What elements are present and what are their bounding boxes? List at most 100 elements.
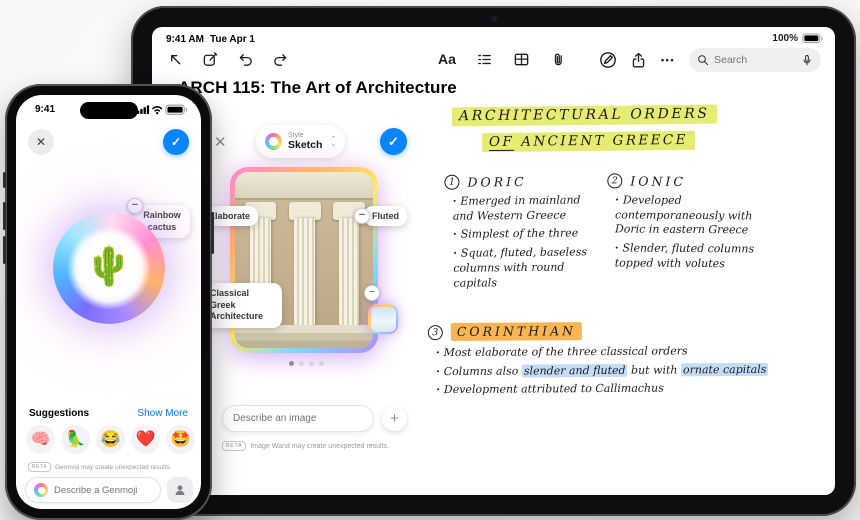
note-bullet: Development attributed to Callimachus <box>436 381 773 398</box>
suggestion-emoji[interactable]: 🤩 <box>166 425 195 454</box>
style-selector[interactable]: Style Sketch ⌃ ⌄ <box>256 125 346 158</box>
handwritten-heading-line2: OF ANCIENT GREECE <box>481 130 695 153</box>
column <box>294 217 316 326</box>
volume-up-button <box>3 202 6 230</box>
redo-icon[interactable] <box>271 50 289 68</box>
reference-image-thumbnail[interactable] <box>368 304 398 334</box>
page-dot[interactable] <box>319 361 324 366</box>
note-bullet: Squat, fluted, baseless columns with rou… <box>453 245 603 291</box>
ipad-toolbar-center: Aa <box>438 50 567 68</box>
note-section-doric: 1DORIC Emerged in mainland and Western G… <box>444 173 603 295</box>
iphone-screen: 9:41 ✕ ✓ − Rainbow cactus 🌵 Suggestions … <box>16 95 201 509</box>
note-bullet: Simplest of the three <box>453 227 603 243</box>
checklist-icon[interactable] <box>475 50 493 68</box>
remove-reference-image-icon[interactable]: − <box>364 285 380 301</box>
markup-pencil-icon[interactable] <box>599 51 617 69</box>
ipad-status-bar-left: 9:41 AM Tue Apr 1 <box>166 34 255 45</box>
action-button <box>3 172 6 188</box>
tag-classical-greek-architecture[interactable]: Classical Greek Architecture <box>202 283 282 329</box>
show-more-link[interactable]: Show More <box>137 408 188 419</box>
iphone-status-time: 9:41 <box>35 104 56 115</box>
tag-fluted[interactable]: − Fluted <box>354 206 407 226</box>
battery-icon <box>165 104 187 115</box>
table-icon[interactable] <box>512 50 530 68</box>
describe-genmoji-field[interactable] <box>25 477 161 503</box>
ipad-front-camera-icon <box>490 15 498 22</box>
ipad-status-time: 9:41 AM <box>166 34 204 45</box>
volume-down-button <box>3 236 6 264</box>
note-bullet: Columns also slender and fluted but with… <box>436 362 773 380</box>
person-avatar-button[interactable] <box>167 477 193 503</box>
beta-badge: BETA <box>222 441 247 451</box>
note-bullet: Slender, fluted columns topped with volu… <box>615 242 785 273</box>
ipad-screen: 9:41 AM Tue Apr 1 100% Aa ••• Search ARC… <box>152 27 835 495</box>
entablature <box>235 172 373 201</box>
genmoji-cactus-emoji: 🌵 <box>85 246 133 289</box>
handwritten-heading-line1: ARCHITECTURAL ORDERS <box>451 104 717 127</box>
search-input[interactable] <box>714 54 796 66</box>
genmoji-input-row <box>25 477 193 503</box>
page-dot[interactable] <box>289 361 294 366</box>
undo-icon[interactable] <box>236 50 254 68</box>
image-wand-style-icon <box>265 133 282 150</box>
genmoji-preview-glow: 🌵 <box>53 212 165 324</box>
signal-icon <box>137 105 150 115</box>
column <box>338 217 360 326</box>
ipad-status-bar-right: 100% <box>772 33 823 44</box>
column-capital <box>288 201 321 220</box>
note-bullet: Developed contemporaneously with Doric i… <box>615 193 785 238</box>
note-section-ionic: 2IONIC Developed contemporaneously with … <box>607 173 786 276</box>
ipad-toolbar-right: ••• <box>599 48 821 72</box>
note-bullet: Most elaborate of the three classical or… <box>436 344 773 361</box>
reference-image-preview <box>370 306 396 332</box>
add-button[interactable]: + <box>382 406 407 431</box>
attachment-paperclip-icon[interactable] <box>549 50 567 68</box>
page-dot[interactable] <box>309 361 314 366</box>
person-icon <box>175 485 185 496</box>
note-title: ARCH 115: The Art of Architecture <box>178 78 457 97</box>
describe-genmoji-input[interactable] <box>54 484 152 496</box>
suggestion-emoji[interactable]: ❤️ <box>131 425 160 454</box>
style-value: Sketch <box>288 138 323 151</box>
describe-image-input[interactable] <box>233 413 363 424</box>
remove-tag-icon[interactable]: − <box>127 198 143 214</box>
suggestion-emoji[interactable]: 🦜 <box>61 425 90 454</box>
accept-genmoji-button[interactable]: ✓ <box>163 129 189 155</box>
remove-tag-icon[interactable]: − <box>354 208 370 224</box>
text-format-button[interactable]: Aa <box>438 50 456 68</box>
image-wand-disclaimer: BETA Image Wand may create unexpected re… <box>222 441 389 451</box>
battery-icon <box>802 33 823 44</box>
ipad-toolbar-left <box>166 50 289 68</box>
beta-badge: BETA <box>28 462 52 472</box>
ipad-status-date: Tue Apr 1 <box>209 34 255 45</box>
describe-image-field[interactable] <box>222 405 374 432</box>
ipad-battery-percent: 100% <box>772 33 798 44</box>
ipad-device: 9:41 AM Tue Apr 1 100% Aa ••• Search ARC… <box>131 6 856 516</box>
chevron-up-down-icon: ⌃ ⌄ <box>330 135 337 148</box>
genmoji-suggestions-row: 🧠 🦜 😂 ❤️ 🤩 <box>26 425 195 454</box>
note-section-corinthian: 3CORINTHIAN Most elaborate of the three … <box>427 321 774 403</box>
page-dot[interactable] <box>299 361 304 366</box>
power-button <box>211 212 214 254</box>
disclaimer-text: Image Wand may create unexpected results… <box>250 442 390 450</box>
microphone-icon[interactable] <box>801 54 813 67</box>
image-page-dots[interactable] <box>289 361 324 366</box>
wifi-icon <box>152 106 163 112</box>
share-icon[interactable] <box>629 51 647 69</box>
search-field[interactable] <box>689 48 821 72</box>
note-bullet: Emerged in mainland and Western Greece <box>453 193 603 224</box>
apple-intelligence-icon <box>34 483 48 497</box>
dynamic-island <box>79 102 138 119</box>
pointer-icon[interactable] <box>166 50 184 68</box>
search-icon <box>698 55 709 66</box>
steps <box>235 325 373 348</box>
suggestion-emoji[interactable]: 🧠 <box>26 425 55 454</box>
compose-note-icon[interactable] <box>201 50 219 68</box>
more-options-button[interactable]: ••• <box>659 51 677 69</box>
suggestions-label: Suggestions <box>29 408 90 419</box>
genmoji-disclaimer: BETA Genmoji may create unexpected resul… <box>28 462 171 472</box>
close-icon[interactable]: ✕ <box>214 133 227 151</box>
suggestion-emoji[interactable]: 😂 <box>96 425 125 454</box>
accept-image-button[interactable]: ✓ <box>380 128 407 155</box>
close-button[interactable]: ✕ <box>28 129 54 155</box>
